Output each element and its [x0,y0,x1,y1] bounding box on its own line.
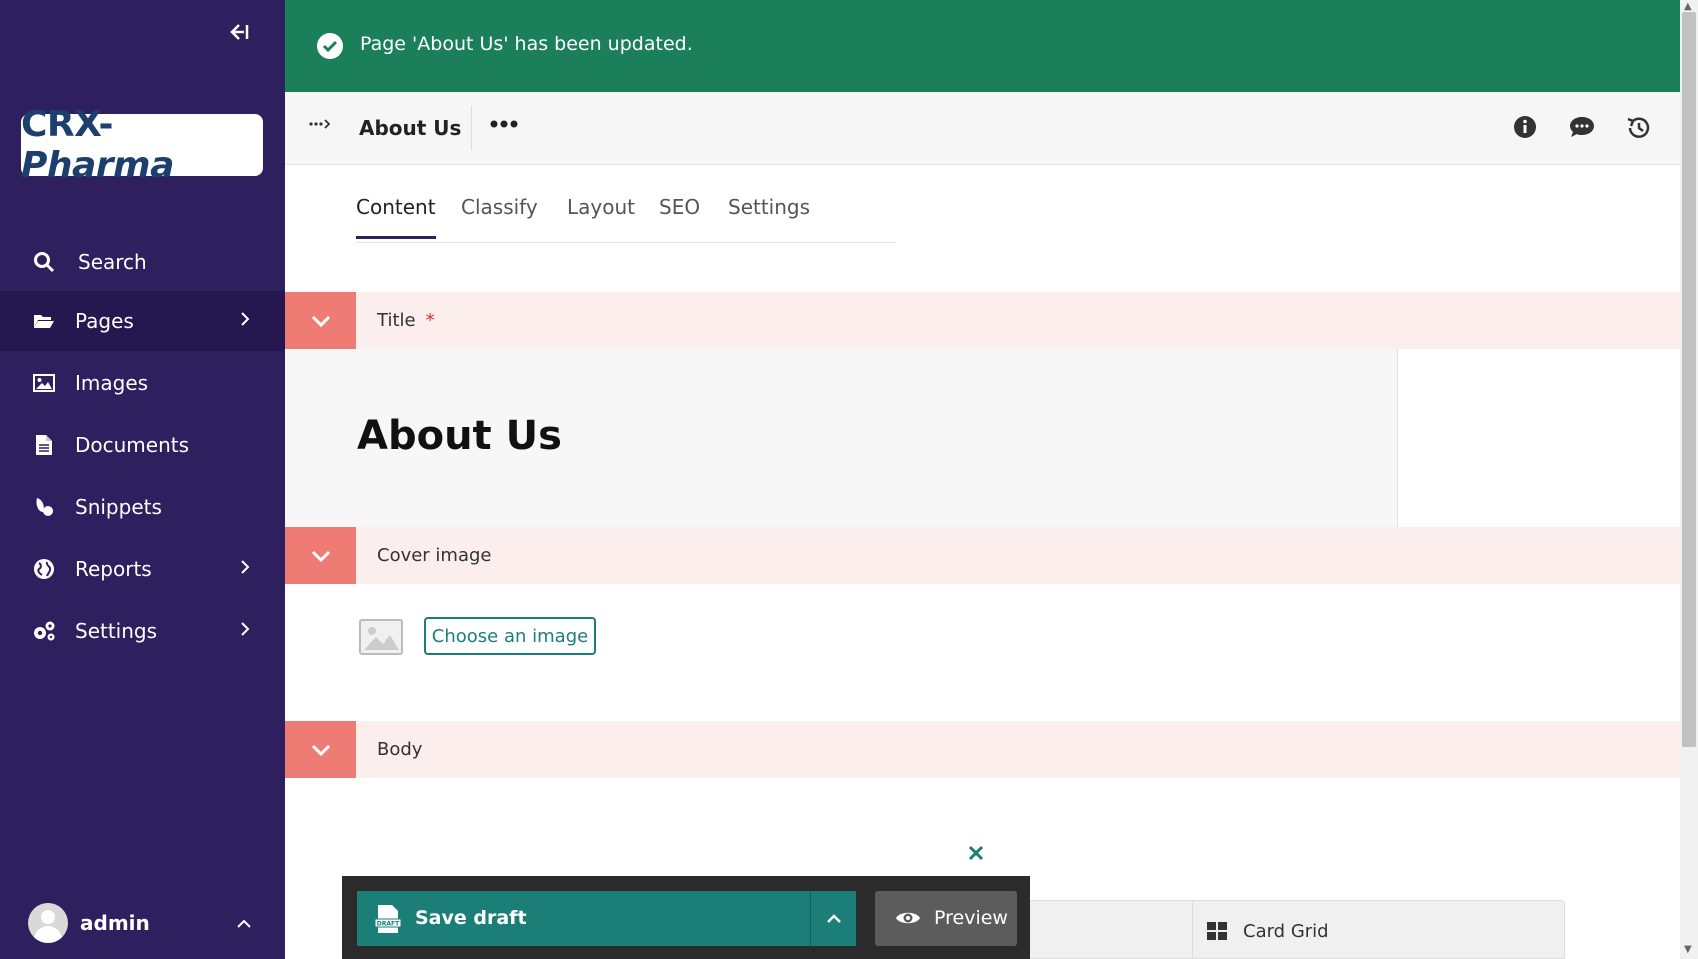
sidebar-item-label: Settings [75,619,158,643]
info-icon [1514,116,1536,138]
history-button[interactable] [1625,114,1653,142]
header-divider [471,106,472,150]
logo-text: CRX-Pharma [21,104,174,186]
card-grid-label: Card Grid [1243,921,1329,942]
check-circle-icon [317,33,343,59]
tab-content[interactable]: Content [356,195,436,239]
body-collapse-toggle[interactable] [285,721,356,778]
sidebar-item-label: Pages [75,309,134,333]
close-block-chooser-button[interactable] [968,842,984,867]
eye-icon [896,912,920,924]
user-name: admin [80,911,150,935]
logo[interactable]: CRX-Pharma [21,104,263,186]
image-icon [32,371,56,395]
folder-open-icon [32,309,56,333]
footer-action-bar: DRAFT Save draft Preview [342,876,1030,959]
sidebar-item-label: Search [78,250,147,274]
scroll-up-arrow-icon[interactable]: ▲ [1684,1,1692,12]
main-content: Page 'About Us' has been updated. About … [285,0,1680,959]
block-option-card-grid[interactable]: Card Grid [1192,900,1565,959]
search-icon [32,250,56,274]
title-collapse-toggle[interactable] [285,292,356,349]
tab-layout[interactable]: Layout [567,195,635,239]
chevron-right-icon [240,621,250,642]
required-marker: * [425,310,435,331]
comments-icon [1570,117,1594,137]
svg-text:DRAFT: DRAFT [377,921,400,928]
cover-image-label: Cover image [377,545,492,566]
page-title: About Us [359,116,462,140]
cover-image-section-header: Cover image [285,527,1680,584]
image-placeholder-icon [359,619,403,655]
breadcrumb-expand-icon [309,119,331,129]
title-field[interactable]: About Us [285,349,1398,527]
collapse-sidebar-button[interactable] [222,22,254,50]
comments-button[interactable] [1568,114,1596,142]
title-label: Title * [377,310,435,331]
draft-icon: DRAFT [375,905,401,933]
sidebar-item-reports[interactable]: Reports [0,539,285,599]
tab-seo[interactable]: SEO [659,195,700,239]
title-value[interactable]: About Us [357,413,562,459]
globe-icon [32,557,56,581]
snippet-icon [32,495,56,519]
sidebar-item-documents[interactable]: Documents [0,415,285,475]
chevron-up-icon [826,913,841,923]
tab-classify[interactable]: Classify [461,195,538,239]
save-draft-label: Save draft [415,907,527,929]
cogs-icon [32,619,56,643]
more-save-options-button[interactable] [811,891,856,946]
cover-image-collapse-toggle[interactable] [285,527,356,584]
chevron-down-icon [311,744,330,756]
chevron-down-icon [311,550,330,562]
sidebar-item-label: Images [75,371,149,395]
sidebar-item-label: Snippets [75,495,162,519]
chevron-up-icon [236,913,252,934]
grid-icon [1207,922,1227,940]
sidebar-item-label: Reports [75,557,152,581]
chevron-right-icon [240,559,250,580]
sidebar: CRX-Pharma Search Pages Images Documents… [0,0,285,959]
document-icon [32,433,56,457]
sidebar-item-search[interactable]: Search [0,232,285,292]
more-horizontal-icon [490,120,518,128]
scrollbar-thumb[interactable] [1682,12,1696,747]
tab-settings[interactable]: Settings [728,195,810,239]
chevron-down-icon [311,315,330,327]
vertical-scrollbar[interactable]: ▲ ▼ [1680,0,1698,959]
body-label: Body [377,739,423,760]
more-actions-button[interactable] [490,110,520,135]
success-banner: Page 'About Us' has been updated. [285,0,1680,92]
info-button[interactable] [1512,114,1540,142]
sidebar-item-snippets[interactable]: Snippets [0,477,285,537]
user-menu[interactable]: admin [0,893,285,953]
page-header: About Us [285,92,1680,165]
chevron-right-icon [240,311,250,332]
banner-message: Page 'About Us' has been updated. [360,33,693,55]
scroll-down-arrow-icon[interactable]: ▼ [1684,944,1692,955]
sidebar-item-label: Documents [75,433,190,457]
preview-button[interactable]: Preview [875,891,1017,946]
close-icon [968,845,984,861]
sidebar-item-pages[interactable]: Pages [0,291,285,351]
breadcrumb-toggle[interactable] [308,116,338,140]
save-draft-button[interactable]: DRAFT Save draft [357,891,856,946]
choose-image-button[interactable]: Choose an image [424,617,596,655]
collapse-left-icon [230,24,249,40]
sidebar-item-images[interactable]: Images [0,353,285,413]
history-icon [1627,117,1650,138]
avatar [28,903,68,943]
title-section-header: Title * [285,292,1680,349]
body-section-header: Body [285,721,1680,778]
sidebar-item-settings[interactable]: Settings [0,601,285,661]
preview-label: Preview [934,907,1008,929]
tab-bar: Content Classify Layout SEO Settings [356,165,896,243]
